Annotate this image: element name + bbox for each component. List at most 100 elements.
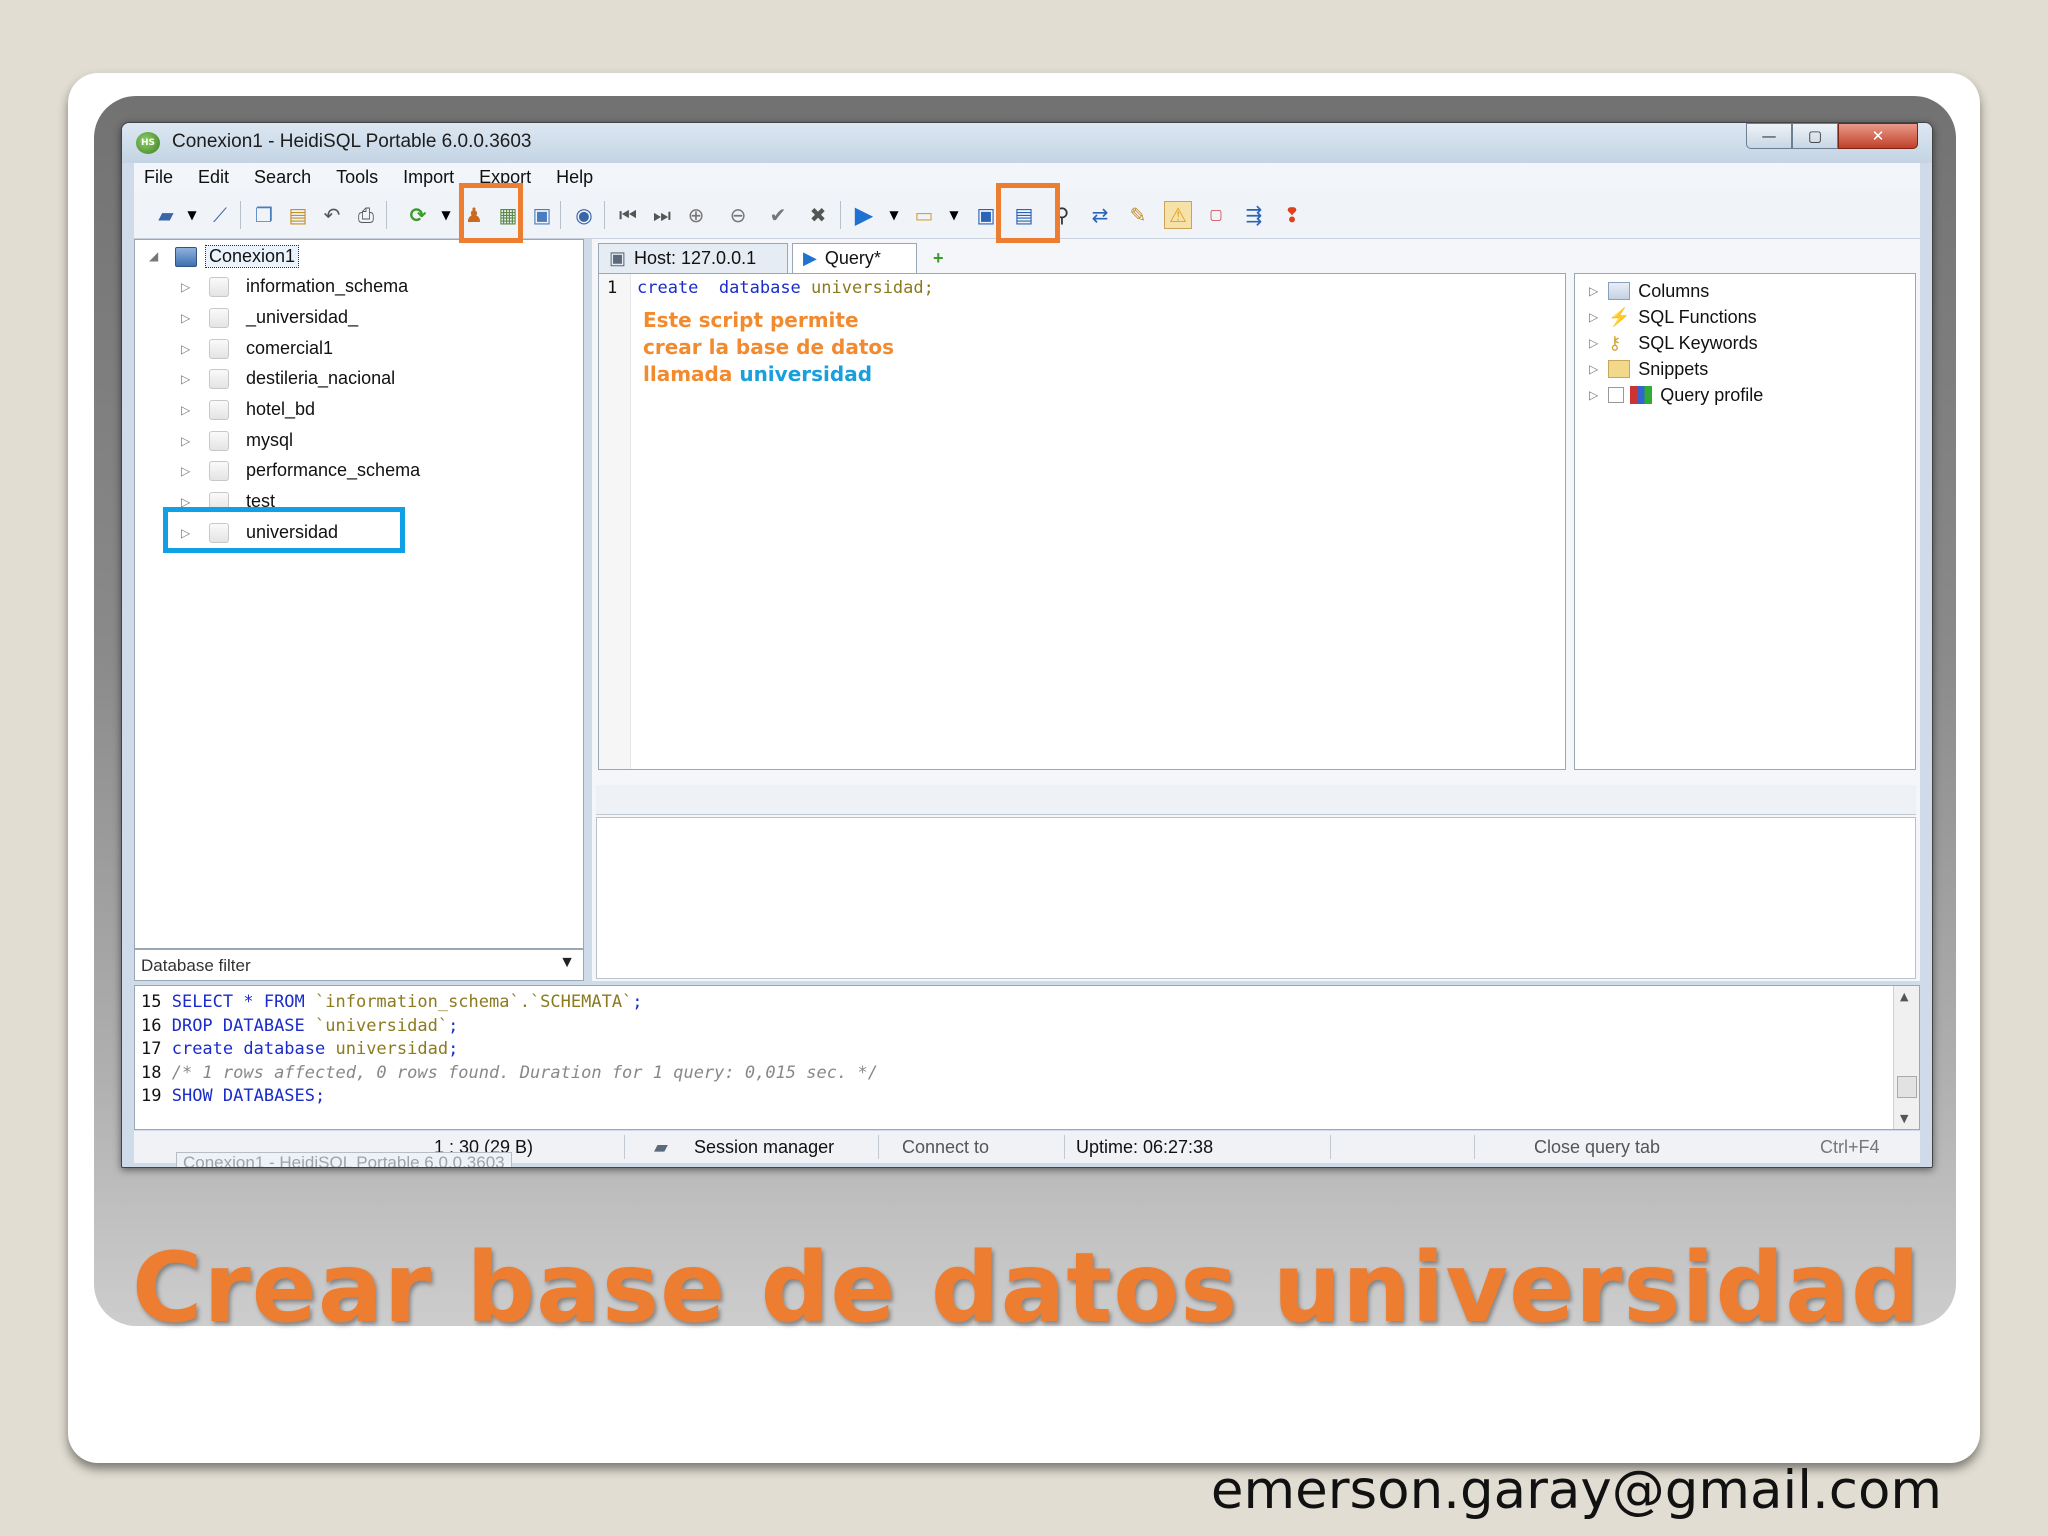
menu-help[interactable]: Help — [556, 167, 593, 188]
minimize-button[interactable]: — — [1746, 123, 1792, 149]
menu-tools[interactable]: Tools — [336, 167, 378, 188]
database-filter[interactable]: Database filter ▼ — [134, 949, 584, 981]
expand-icon[interactable]: ▷ — [181, 311, 190, 325]
tab-query[interactable]: ▶ Query* — [792, 243, 917, 273]
helper-label: Query profile — [1660, 384, 1764, 405]
import-icon[interactable]: ▣ — [528, 201, 556, 229]
dropdown-icon[interactable]: ▼ — [432, 201, 460, 229]
line-gutter: 1 — [599, 274, 631, 769]
log-line-number: 16 — [141, 1015, 172, 1036]
checkbox[interactable] — [1608, 387, 1625, 403]
log-token: create database — [171, 1039, 336, 1059]
wrap-icon[interactable]: ⇶ — [1240, 201, 1268, 229]
log-token: ; — [448, 1015, 459, 1036]
menu-import[interactable]: Import — [403, 167, 454, 188]
run-highlight-box — [996, 183, 1060, 243]
scroll-up-icon[interactable]: ▲ — [1900, 990, 1908, 1003]
database-icon — [209, 339, 229, 359]
delete-record-icon[interactable]: ⊖ — [724, 201, 752, 229]
result-grid[interactable] — [596, 817, 1916, 979]
connect-to[interactable]: Connect to — [902, 1137, 989, 1158]
close-query-tab[interactable]: Close query tab — [1534, 1137, 1660, 1158]
annotation-line-1: Este script permite — [643, 308, 859, 332]
tree-item-destileria-nacional[interactable]: ▷ destileria_nacional — [135, 364, 575, 394]
post-icon[interactable]: ✔ — [764, 201, 792, 229]
slide-title: Crear base de datos universidad — [132, 1232, 1921, 1344]
new-query-tab-button[interactable]: + — [927, 243, 967, 273]
warning-icon[interactable]: ⚠ — [1164, 201, 1192, 229]
tree-item-universidad-underscore[interactable]: ▷ _universidad_ — [135, 303, 575, 333]
connect-icon[interactable]: ▰ — [152, 201, 180, 229]
dropdown-arrow-icon[interactable]: ▼ — [559, 954, 575, 972]
tree-item-mysql[interactable]: ▷ mysql — [135, 426, 575, 456]
expand-icon[interactable]: ▷ — [181, 403, 190, 417]
tree-item-comercial1[interactable]: ▷ comercial1 — [135, 334, 575, 364]
expand-icon[interactable]: ▷ — [181, 372, 190, 386]
title-bar[interactable]: HS Conexion1 - HeidiSQL Portable 6.0.0.3… — [122, 123, 1932, 163]
log-line: 19 SHOW DATABASES; — [141, 1086, 325, 1106]
bar-chart-icon — [1630, 386, 1653, 404]
help-icon[interactable]: ◉ — [570, 201, 598, 229]
helper-label: SQL Keywords — [1638, 332, 1758, 353]
tree-item-label: hotel_bd — [246, 399, 316, 419]
tree-root[interactable]: ◢ Conexion1 — [135, 242, 575, 272]
scroll-thumb[interactable] — [1897, 1076, 1917, 1098]
tree-item-label: destileria_nacional — [246, 368, 396, 388]
scroll-down-icon[interactable]: ▼ — [1900, 1112, 1908, 1125]
cancel-icon[interactable]: ✖ — [804, 201, 832, 229]
menu-edit[interactable]: Edit — [198, 167, 229, 188]
first-record-icon[interactable]: ⏮ — [614, 201, 642, 229]
replace-icon[interactable]: ⇄ — [1086, 201, 1114, 229]
dropdown-icon[interactable]: ▼ — [880, 201, 908, 229]
format-icon[interactable]: ✎ — [1124, 201, 1152, 229]
expand-icon[interactable]: ▷ — [181, 464, 190, 478]
expand-icon[interactable]: ▷ — [1589, 310, 1598, 324]
sql-editor[interactable]: 1 create database universidad; Este scri… — [598, 273, 1566, 770]
session-manager[interactable]: Session manager — [694, 1137, 834, 1158]
uptime: Uptime: 06:27:38 — [1076, 1137, 1214, 1157]
tree-item-information-schema[interactable]: ▷ information_schema — [135, 272, 575, 302]
line-number: 1 — [607, 278, 618, 298]
sql-log-icon[interactable]: ▢ — [1202, 201, 1230, 229]
collapse-icon[interactable]: ◢ — [149, 249, 158, 263]
expand-icon[interactable]: ▷ — [1589, 362, 1598, 376]
helper-sql-keywords[interactable]: ▷ ⚷ SQL Keywords — [1589, 330, 1758, 356]
undo-icon[interactable]: ↶ — [318, 201, 346, 229]
dropdown-icon[interactable]: ▼ — [178, 201, 206, 229]
expand-icon[interactable]: ▷ — [1589, 284, 1598, 298]
expand-icon[interactable]: ▷ — [181, 434, 190, 448]
paste-icon[interactable]: ▤ — [284, 201, 312, 229]
print-icon[interactable]: ⎙ — [352, 201, 380, 229]
tree-item-performance-schema[interactable]: ▷ performance_schema — [135, 456, 575, 486]
heidisql-app-icon: HS — [136, 132, 160, 154]
maximize-button[interactable]: ▢ — [1792, 123, 1838, 149]
menu-file[interactable]: File — [144, 167, 173, 188]
run-query-icon[interactable]: ▶ — [850, 201, 878, 229]
last-record-icon[interactable]: ⏭ — [648, 201, 676, 229]
helper-columns[interactable]: ▷ Columns — [1589, 278, 1709, 304]
expand-icon[interactable]: ▷ — [181, 342, 190, 356]
copy-icon[interactable]: ❐ — [250, 201, 278, 229]
insert-record-icon[interactable]: ⊕ — [682, 201, 710, 229]
helper-snippets[interactable]: ▷ Snippets — [1589, 356, 1708, 382]
log-line-number: 17 — [141, 1039, 172, 1059]
close-button[interactable]: ✕ — [1838, 123, 1918, 149]
expand-icon[interactable]: ▷ — [181, 280, 190, 294]
tab-host[interactable]: ▣ Host: 127.0.0.1 — [598, 243, 788, 273]
refresh-icon[interactable]: ⟳ — [404, 201, 432, 229]
helper-query-profile[interactable]: ▷ Query profile — [1589, 382, 1763, 408]
log-scrollbar[interactable]: ▲ ▼ — [1893, 986, 1919, 1129]
menu-search[interactable]: Search — [254, 167, 311, 188]
sql-log[interactable]: 15 SELECT * FROM `information_schema`.`S… — [134, 985, 1920, 1130]
load-sql-icon[interactable]: ▭ — [910, 201, 938, 229]
main-area: ▣ Host: 127.0.0.1 ▶ Query* + 1 create da… — [592, 239, 1920, 981]
log-line-number: 18 — [141, 1062, 172, 1083]
expand-icon[interactable]: ▷ — [1589, 336, 1598, 350]
log-line: 17 create database universidad; — [141, 1039, 458, 1059]
stop-icon[interactable]: ❢ — [1278, 201, 1306, 229]
tree-item-hotel-bd[interactable]: ▷ hotel_bd — [135, 395, 575, 425]
dropdown-icon[interactable]: ▼ — [940, 201, 968, 229]
helper-sql-functions[interactable]: ▷ ⚡ SQL Functions — [1589, 304, 1757, 330]
expand-icon[interactable]: ▷ — [1589, 388, 1598, 402]
disconnect-icon[interactable]: ⟋ — [206, 201, 234, 229]
